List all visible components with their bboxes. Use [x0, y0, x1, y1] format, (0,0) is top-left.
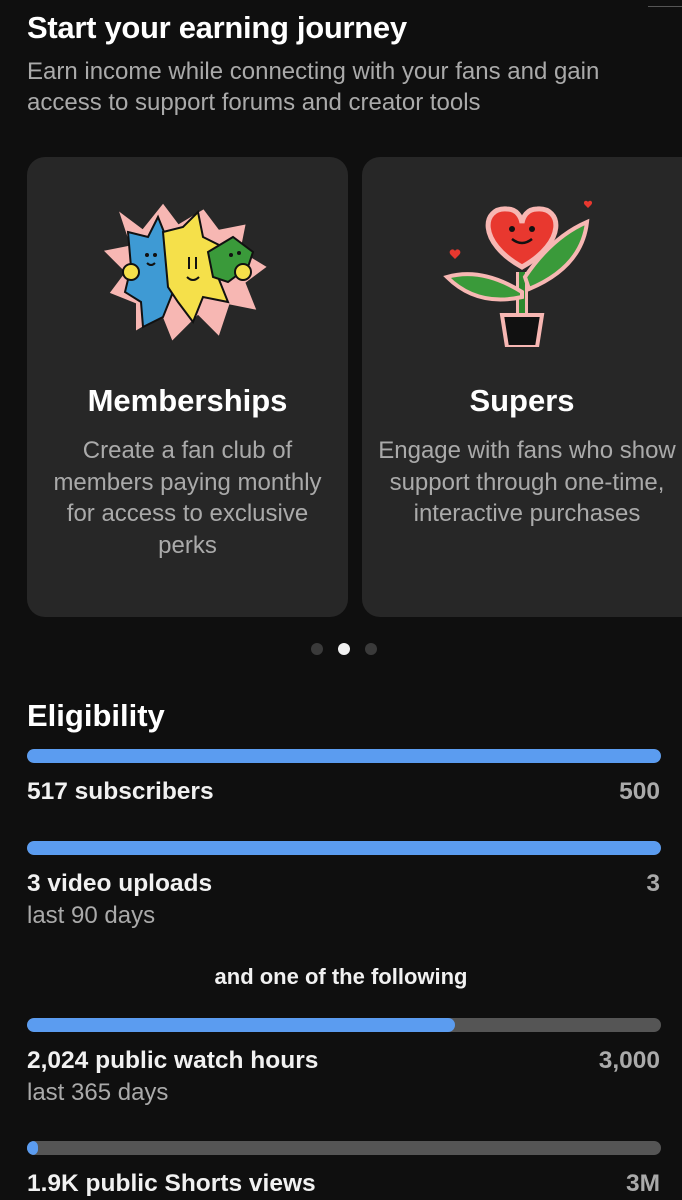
watch-hours-progress-bar	[27, 1018, 661, 1032]
uploads-target: 3	[646, 870, 660, 897]
pagination-dot[interactable]	[311, 643, 323, 655]
memberships-illustration-icon	[103, 197, 273, 352]
supers-title: Supers	[469, 383, 575, 418]
subscribers-count: 517 subscribers	[27, 778, 214, 805]
carousel-pagination	[311, 643, 377, 655]
memberships-title: Memberships	[87, 383, 288, 418]
top-divider	[648, 6, 682, 7]
uploads-count: 3 video uploads	[27, 870, 213, 897]
uploads-progress-bar	[27, 841, 661, 855]
subscribers-progress-bar	[27, 749, 661, 763]
page-subtitle: Earn income while connecting with your f…	[27, 58, 600, 116]
eligibility-heading: Eligibility	[27, 698, 165, 733]
progress-fill	[27, 841, 661, 855]
watch-hours-target: 3,000	[598, 1047, 660, 1074]
shorts-views-progress-bar	[27, 1141, 661, 1155]
shorts-views-target: 3M	[625, 1170, 660, 1197]
benefits-carousel[interactable]: Memberships Create a fan club of members…	[0, 157, 682, 617]
page-title: Start your earning journey	[27, 10, 407, 45]
progress-fill	[27, 1141, 39, 1155]
watch-hours-count: 2,024 public watch hours	[27, 1047, 319, 1074]
memberships-card[interactable]: Memberships Create a fan club of members…	[27, 157, 348, 617]
memberships-description: Create a fan club of members paying mont…	[53, 437, 322, 559]
supers-flower-illustration-icon	[437, 197, 607, 352]
subscribers-target: 500	[619, 778, 660, 805]
pagination-dot[interactable]	[365, 643, 377, 655]
alternative-requirements-note: and one of the following	[214, 964, 468, 989]
monetization-page: Start your earning journey Earn income w…	[0, 0, 682, 1200]
progress-fill	[27, 1018, 455, 1032]
shorts-views-count: 1.9K public Shorts views	[27, 1170, 316, 1197]
uploads-period: last 90 days	[27, 902, 156, 929]
progress-fill	[27, 749, 661, 763]
supers-description: Engage with fans who show support throug…	[378, 437, 676, 527]
pagination-dot-active[interactable]	[338, 643, 350, 655]
watch-hours-period: last 365 days	[27, 1079, 169, 1106]
supers-card[interactable]: Supers Engage with fans who show support…	[362, 157, 682, 617]
